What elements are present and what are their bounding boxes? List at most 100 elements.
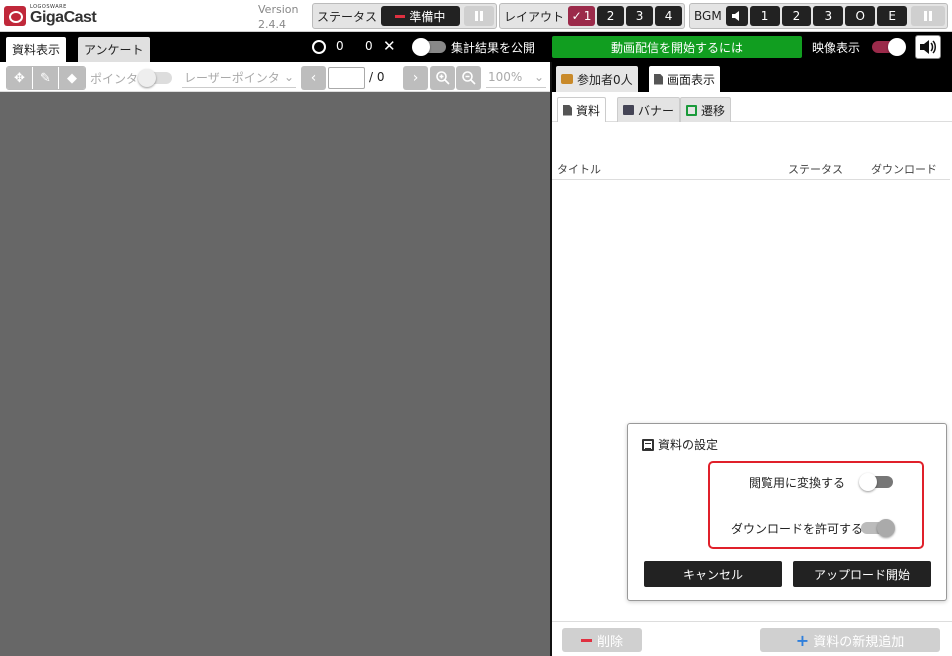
zoom-in-button[interactable] <box>430 66 455 90</box>
zoom-out-button[interactable] <box>456 66 481 90</box>
add-document-label: 資料の新規追加 <box>813 634 905 650</box>
chat-icon <box>561 74 573 84</box>
video-display-toggle[interactable] <box>872 38 906 56</box>
zoom-select[interactable]: 100% ⌄ <box>486 67 546 88</box>
layout-group: レイアウト ✓ 1 2 3 4 <box>499 3 685 29</box>
pause-icon <box>474 11 483 21</box>
toggle-knob <box>412 38 430 56</box>
bgm-volume-button[interactable] <box>725 6 748 26</box>
document-settings-dialog: 資料の設定 閲覧用に変換する ダウンロードを許可する キャンセル アップロード開… <box>627 423 947 601</box>
bgm-group: BGM 1 2 3 O E <box>689 3 948 29</box>
chevron-left-icon: ‹ <box>310 70 317 86</box>
right-header-bar: 動画配信を開始するには 映像表示 <box>550 32 952 62</box>
circle-icon <box>312 40 326 54</box>
tab-document-display[interactable]: 資料表示 <box>6 37 67 62</box>
tab-screen-display[interactable]: 画面表示 <box>649 66 721 92</box>
document-icon <box>654 73 663 85</box>
subtab-banner[interactable]: バナー <box>617 97 681 122</box>
tab-participants[interactable]: 参加者0人 <box>556 66 638 92</box>
pointer-toggle[interactable] <box>138 69 172 87</box>
left-tab-row: 資料表示 アンケート 0 0 ✕ 集計結果を公開 <box>0 32 550 62</box>
eraser-tool-button[interactable]: ◆ <box>59 67 85 89</box>
circle-count: 0 <box>336 39 344 53</box>
page-total: / 0 <box>369 70 385 84</box>
bgm-option-e[interactable]: E <box>877 6 908 26</box>
next-page-button[interactable]: › <box>403 66 428 90</box>
x-count: 0 <box>365 39 373 53</box>
image-icon <box>623 105 634 115</box>
layout-label: レイアウト <box>504 9 565 24</box>
app-logo: LOGOSWARE GigaCast <box>4 3 104 29</box>
toggle-knob <box>877 519 895 537</box>
cross-icon: ✕ <box>383 37 396 55</box>
version-number: 2.4.4 <box>258 18 286 31</box>
publish-results-toggle[interactable] <box>412 38 446 56</box>
publish-results-label: 集計結果を公開 <box>451 41 536 55</box>
eraser-icon: ◆ <box>67 70 77 86</box>
bgm-option-2[interactable]: 2 <box>781 6 812 26</box>
column-header-download: ダウンロード <box>871 163 937 176</box>
tab-participants-label: 参加者0人 <box>577 72 633 87</box>
bgm-option-o[interactable]: O <box>845 6 876 26</box>
pen-icon: ✎ <box>40 70 51 86</box>
layout-option-4[interactable]: 4 <box>655 6 683 26</box>
zoom-in-icon <box>435 71 450 85</box>
page-number-input[interactable] <box>328 67 365 89</box>
status-dash-icon <box>395 14 406 18</box>
status-group: ステータス 準備中 <box>312 3 497 29</box>
minus-icon <box>580 638 592 642</box>
layout-option-2[interactable]: 2 <box>597 6 625 26</box>
status-indicator: 準備中 <box>381 6 460 26</box>
dialog-title: 資料の設定 <box>642 436 718 453</box>
right-tab-row: 参加者0人 画面表示 <box>552 62 952 92</box>
document-toolbar: ✥ ✎ ◆ ポインタ レーザーポインタ ⌄ ‹ / 0 › 100% ⌄ <box>0 62 550 92</box>
status-pause-button[interactable] <box>463 6 494 26</box>
pointer-label: ポインタ <box>90 72 139 86</box>
subtab-transition[interactable]: 遷移 <box>680 97 732 122</box>
table-header-divider <box>552 179 950 180</box>
audio-button[interactable] <box>915 35 941 59</box>
tool-group: ✥ ✎ ◆ <box>6 66 86 90</box>
toggle-knob <box>859 473 877 491</box>
toggle-knob <box>888 38 906 56</box>
bgm-pause-button[interactable] <box>911 6 946 26</box>
column-header-title: タイトル <box>557 163 601 176</box>
convert-for-viewing-toggle[interactable] <box>859 473 893 491</box>
document-viewer[interactable] <box>0 92 550 656</box>
bgm-option-3[interactable]: 3 <box>813 6 844 26</box>
chevron-down-icon: ⌄ <box>283 70 294 84</box>
convert-for-viewing-label: 閲覧用に変換する <box>749 476 846 490</box>
sub-tab-row: 資料 バナー 遷移 <box>552 92 952 122</box>
logo-title: GigaCast <box>30 9 97 26</box>
pause-icon <box>924 11 933 21</box>
video-display-label: 映像表示 <box>812 41 861 55</box>
status-value: 準備中 <box>409 9 446 24</box>
zoom-value: 100% <box>488 70 523 84</box>
add-document-button[interactable]: + 資料の新規追加 <box>760 628 940 652</box>
gigacast-logo-icon <box>4 6 26 26</box>
panel-divider <box>550 62 552 656</box>
subtab-banner-label: バナー <box>638 103 675 118</box>
layout-option-1[interactable]: ✓ 1 <box>568 6 596 26</box>
prev-page-button[interactable]: ‹ <box>301 66 326 90</box>
column-header-status: ステータス <box>788 163 843 176</box>
status-label: ステータス <box>317 9 378 24</box>
version-info: Version 2.4.4 <box>258 2 298 32</box>
chevron-right-icon: › <box>412 70 419 86</box>
laser-pointer-select[interactable]: レーザーポインタ ⌄ <box>182 67 296 88</box>
delete-button[interactable]: 削除 <box>562 628 642 652</box>
top-bar: LOGOSWARE GigaCast Version 2.4.4 ステータス 準… <box>0 0 952 32</box>
start-upload-button[interactable]: アップロード開始 <box>793 561 931 587</box>
speaker-icon <box>731 11 739 21</box>
speaker-volume-icon <box>920 40 936 54</box>
bgm-option-1[interactable]: 1 <box>749 6 780 26</box>
allow-download-toggle[interactable] <box>861 519 895 537</box>
cancel-button[interactable]: キャンセル <box>644 561 782 587</box>
layout-option-3[interactable]: 3 <box>626 6 654 26</box>
pen-tool-button[interactable]: ✎ <box>33 67 59 89</box>
document-icon <box>563 104 572 116</box>
start-stream-button[interactable]: 動画配信を開始するには <box>552 36 802 58</box>
subtab-documents[interactable]: 資料 <box>557 97 607 122</box>
tab-survey[interactable]: アンケート <box>78 37 150 62</box>
move-tool-button[interactable]: ✥ <box>7 67 33 89</box>
